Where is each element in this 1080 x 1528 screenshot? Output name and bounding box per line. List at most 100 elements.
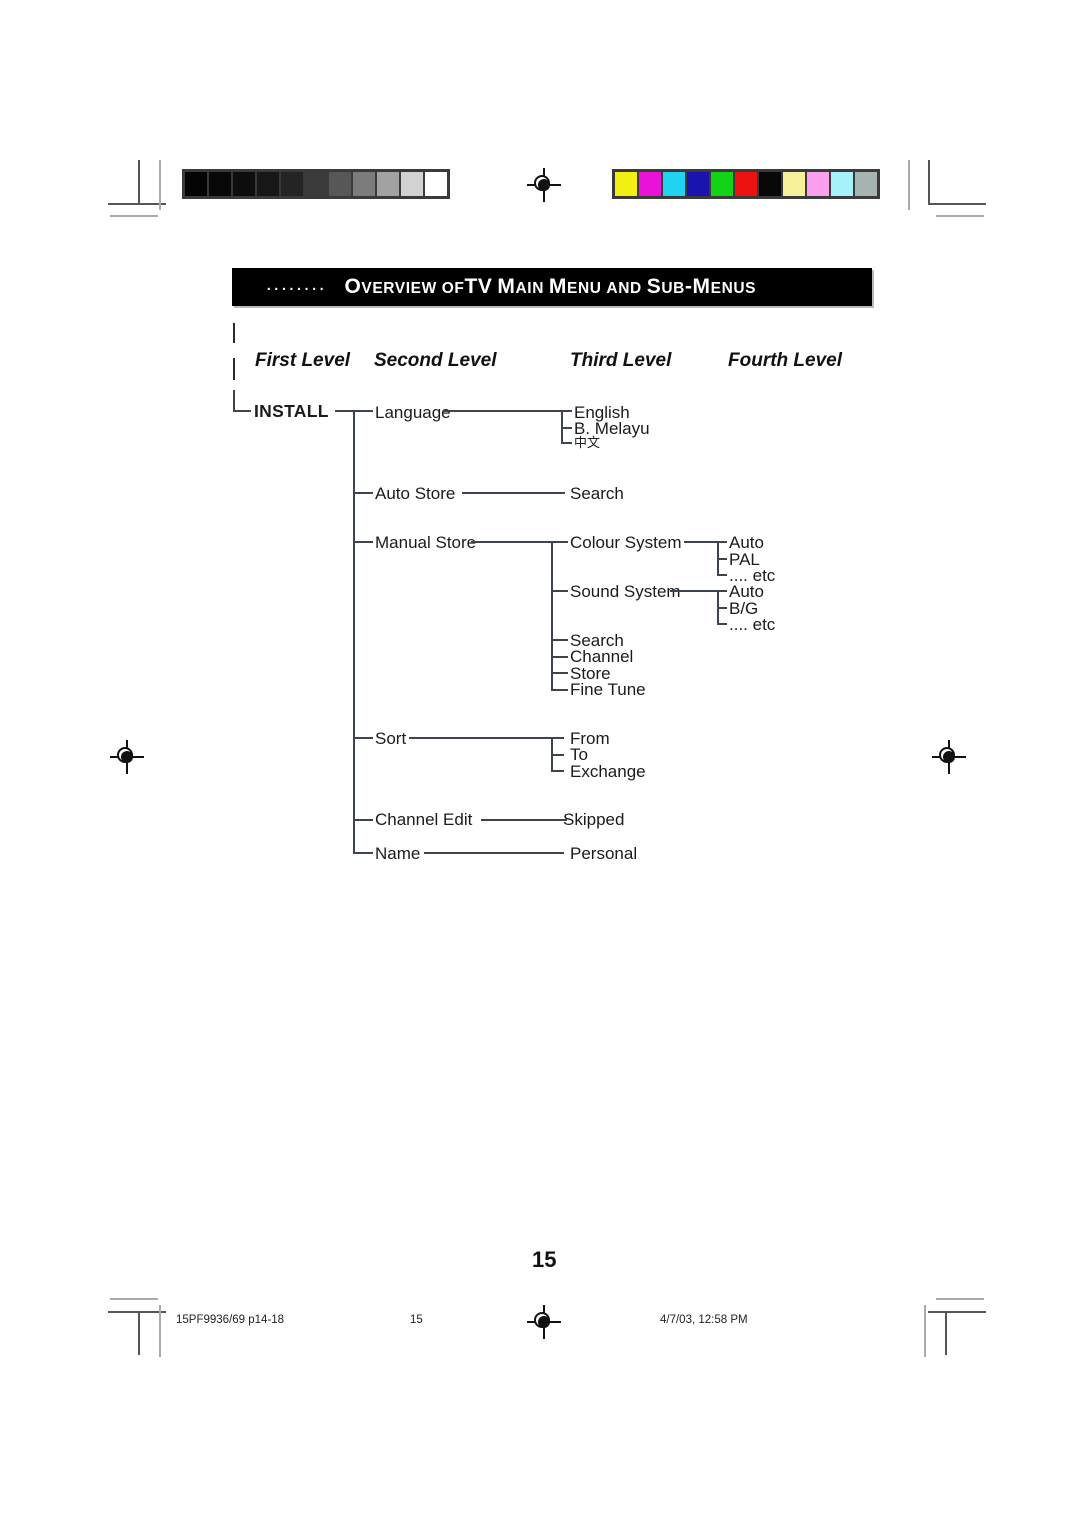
color-swatch-6 bbox=[759, 172, 781, 196]
grayscale-swatch-8 bbox=[377, 172, 399, 196]
tree-connector-sound-system-to-values bbox=[670, 590, 718, 592]
crop-mark-bottom-right-vertical bbox=[945, 1311, 947, 1355]
tree-node-name: Name bbox=[375, 844, 421, 863]
tree-node-chinese: 中文 bbox=[574, 436, 601, 451]
crop-mark-top-right-horizontal bbox=[928, 203, 986, 205]
tree-branch-sort-to bbox=[551, 754, 564, 756]
color-swatch-7 bbox=[783, 172, 805, 196]
crop-mark-top-right-vertical bbox=[928, 160, 930, 204]
grayscale-calibration-strip bbox=[182, 169, 450, 199]
section-title-bar: ........ OVERVIEW OFTV MAIN MENU AND SUB… bbox=[232, 268, 872, 306]
column-heading-third-level: Third Level bbox=[570, 350, 672, 371]
tree-branch-colour-pal bbox=[717, 558, 727, 560]
tree-branch-manual-fine-tune bbox=[551, 689, 568, 691]
tree-connector-colour-system-to-values bbox=[684, 541, 718, 543]
tree-connector-auto-store-to-search bbox=[462, 492, 565, 494]
color-swatch-4 bbox=[711, 172, 733, 196]
color-swatch-9 bbox=[831, 172, 853, 196]
tree-branch-sound-auto bbox=[717, 590, 727, 592]
tree-node-b-melayu: B. Melayu bbox=[574, 419, 650, 438]
crop-mark-top-right-bleed bbox=[936, 215, 984, 217]
title-leading-dots: ........ bbox=[266, 272, 327, 295]
tree-connector-sort-to-options bbox=[409, 737, 552, 739]
tree-node-channel-edit: Channel Edit bbox=[375, 810, 473, 829]
registration-mark-left bbox=[110, 740, 144, 774]
crop-mark-bottom-left-bleed-vertical bbox=[159, 1305, 161, 1357]
tree-node-language: Language bbox=[375, 403, 451, 422]
tree-node-sort-exchange: Exchange bbox=[570, 762, 646, 781]
crop-mark-top-right-bleed-vertical bbox=[908, 160, 910, 210]
tree-branch-sound-etc bbox=[717, 623, 727, 625]
color-swatch-5 bbox=[735, 172, 757, 196]
grayscale-swatch-10 bbox=[425, 172, 447, 196]
column-heading-second-level: Second Level bbox=[374, 350, 497, 371]
color-swatch-0 bbox=[615, 172, 637, 196]
grayscale-swatch-1 bbox=[209, 172, 231, 196]
margin-rule-tick-upper bbox=[233, 323, 235, 343]
page-title: OVERVIEW OFTV MAIN MENU AND SUB-MENUS bbox=[344, 275, 757, 298]
tree-branch-chinese bbox=[561, 442, 572, 444]
tree-branch-colour-etc bbox=[717, 574, 727, 576]
registration-mark-top-center bbox=[527, 168, 561, 202]
tree-node-personal: Personal bbox=[570, 844, 638, 863]
footer-page-reference: 15 bbox=[410, 1314, 423, 1326]
registration-mark-bottom-center bbox=[527, 1305, 561, 1339]
tree-node-colour-system: Colour System bbox=[570, 533, 682, 552]
tree-node-skipped: Skipped bbox=[563, 810, 625, 829]
tree-branch-sort bbox=[353, 737, 373, 739]
tree-manual-store-spine bbox=[551, 541, 553, 689]
tree-connector-name-to-personal bbox=[424, 852, 564, 854]
grayscale-swatch-2 bbox=[233, 172, 255, 196]
crop-mark-top-left-bleed bbox=[110, 215, 158, 217]
manual-page: ........ OVERVIEW OFTV MAIN MENU AND SUB… bbox=[0, 0, 1080, 1528]
tree-level2-spine bbox=[353, 410, 355, 853]
tree-node-auto-store-search: Search bbox=[570, 484, 624, 503]
tree-branch-auto-store bbox=[353, 492, 373, 494]
tree-branch-name bbox=[353, 852, 373, 854]
grayscale-swatch-0 bbox=[185, 172, 207, 196]
tree-branch-colour-auto bbox=[717, 541, 727, 543]
crop-mark-bottom-right-bleed bbox=[936, 1298, 984, 1300]
tree-node-colour-auto: Auto bbox=[729, 533, 764, 552]
tree-branch-sound-system bbox=[551, 590, 568, 592]
tree-branch-language bbox=[353, 410, 373, 412]
tree-node-sound-system: Sound System bbox=[570, 582, 681, 601]
footer-file-reference: 15PF9936/69 p14-18 bbox=[176, 1314, 285, 1326]
footer-timestamp: 4/7/03, 12:58 PM bbox=[660, 1314, 748, 1326]
crop-mark-top-left-bleed-vertical bbox=[159, 160, 161, 210]
tree-node-auto-store: Auto Store bbox=[375, 484, 456, 503]
tree-branch-colour-system bbox=[551, 541, 568, 543]
color-calibration-strip bbox=[612, 169, 880, 199]
color-swatch-10 bbox=[855, 172, 877, 196]
tree-branch-manual-store-value bbox=[551, 672, 568, 674]
crop-mark-bottom-right-bleed-vertical bbox=[924, 1305, 926, 1357]
tree-root-elbow-horizontal bbox=[233, 410, 251, 412]
color-swatch-8 bbox=[807, 172, 829, 196]
crop-mark-top-left-horizontal bbox=[108, 203, 166, 205]
tree-node-install: INSTALL bbox=[254, 401, 329, 421]
grayscale-swatch-6 bbox=[329, 172, 351, 196]
tree-root-elbow-vertical bbox=[233, 390, 235, 411]
tree-node-manual-channel: Channel bbox=[570, 647, 634, 666]
tree-node-sort-to: To bbox=[570, 745, 588, 764]
tree-node-manual-store: Manual Store bbox=[375, 533, 477, 552]
grayscale-swatch-7 bbox=[353, 172, 375, 196]
tree-branch-english bbox=[561, 410, 572, 412]
tree-node-sound-etc: .... etc bbox=[729, 615, 776, 634]
color-swatch-1 bbox=[639, 172, 661, 196]
column-heading-fourth-level: Fourth Level bbox=[728, 350, 843, 371]
tree-branch-sort-exchange bbox=[551, 770, 564, 772]
tree-branch-channel-edit bbox=[353, 819, 373, 821]
tree-node-manual-fine-tune: Fine Tune bbox=[570, 680, 646, 699]
tree-connector-language-to-options bbox=[443, 410, 561, 412]
tree-branch-manual-store bbox=[353, 541, 373, 543]
tree-branch-manual-channel bbox=[551, 656, 568, 658]
tree-connector-manual-store-to-spine bbox=[471, 541, 552, 543]
tree-branch-sound-bg bbox=[717, 607, 727, 609]
tree-branch-sort-from bbox=[551, 737, 564, 739]
tree-connector-channel-edit-to-skipped bbox=[481, 819, 567, 821]
color-swatch-2 bbox=[663, 172, 685, 196]
color-swatch-3 bbox=[687, 172, 709, 196]
crop-mark-bottom-left-horizontal bbox=[108, 1311, 166, 1313]
margin-rule-tick-lower bbox=[233, 358, 235, 380]
